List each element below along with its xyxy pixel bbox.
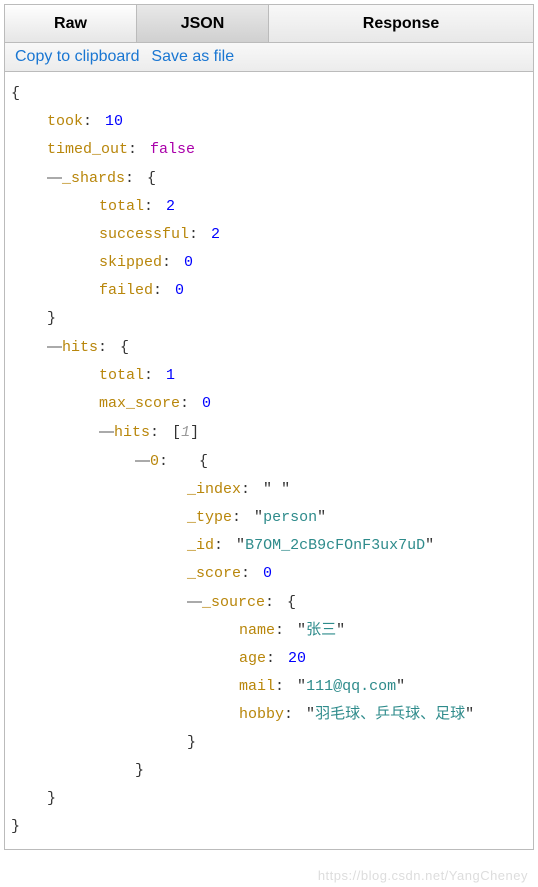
val-hits-total: 1 xyxy=(166,367,175,384)
json-viewer: { took: 10 timed_out: false —_shards: { … xyxy=(5,72,533,849)
val-index xyxy=(272,481,281,498)
collapse-toggle-icon[interactable]: — xyxy=(99,423,112,440)
key-age: age xyxy=(239,650,266,667)
val-timed-out: false xyxy=(150,141,195,158)
key-max-score: max_score xyxy=(99,395,180,412)
collapse-toggle-icon[interactable]: — xyxy=(135,452,148,469)
key-shards-total: total xyxy=(99,198,144,215)
save-as-file-link[interactable]: Save as file xyxy=(151,48,234,65)
val-shards-skipped: 0 xyxy=(184,254,193,271)
val-max-score: 0 xyxy=(202,395,211,412)
key-hits-arr: hits xyxy=(114,424,150,441)
collapse-toggle-icon[interactable]: — xyxy=(47,169,60,186)
tab-raw[interactable]: Raw xyxy=(5,5,137,42)
key-item-0: 0 xyxy=(150,453,159,470)
key-score: _score xyxy=(187,565,241,582)
key-shards-failed: failed xyxy=(99,282,153,299)
val-took: 10 xyxy=(105,113,123,130)
key-index: _index xyxy=(187,481,241,498)
watermark-text: https://blog.csdn.net/YangCheney xyxy=(318,868,528,883)
key-timed-out: timed_out xyxy=(47,141,128,158)
tabs-bar: Raw JSON Response xyxy=(5,5,533,43)
key-id: _id xyxy=(187,537,214,554)
key-mail: mail xyxy=(239,678,275,695)
val-score: 0 xyxy=(263,565,272,582)
val-mail: 111@qq.com xyxy=(306,678,396,695)
key-hits: hits xyxy=(62,339,98,356)
val-type: person xyxy=(263,509,317,526)
actions-bar: Copy to clipboard Save as file xyxy=(5,43,533,72)
collapse-toggle-icon[interactable]: — xyxy=(187,593,200,610)
array-count: 1 xyxy=(181,424,190,441)
val-shards-failed: 0 xyxy=(175,282,184,299)
key-hobby: hobby xyxy=(239,706,284,723)
key-type: _type xyxy=(187,509,232,526)
key-shards-skipped: skipped xyxy=(99,254,162,271)
val-id: B7OM_2cB9cFOnF3ux7uD xyxy=(245,537,425,554)
val-shards-total: 2 xyxy=(166,198,175,215)
val-name: 张三 xyxy=(306,622,336,639)
tab-response: Response xyxy=(269,5,533,42)
key-took: took xyxy=(47,113,83,130)
key-source: _source xyxy=(202,594,265,611)
response-panel: Raw JSON Response Copy to clipboard Save… xyxy=(4,4,534,850)
val-hobby: 羽毛球、乒乓球、足球 xyxy=(315,706,465,723)
val-age: 20 xyxy=(288,650,306,667)
key-shards-successful: successful xyxy=(99,226,189,243)
collapse-toggle-icon[interactable]: — xyxy=(47,338,60,355)
key-shards: _shards xyxy=(62,170,125,187)
copy-to-clipboard-link[interactable]: Copy to clipboard xyxy=(15,48,140,65)
tab-json[interactable]: JSON xyxy=(137,5,269,42)
val-shards-successful: 2 xyxy=(211,226,220,243)
key-hits-total: total xyxy=(99,367,144,384)
key-name: name xyxy=(239,622,275,639)
